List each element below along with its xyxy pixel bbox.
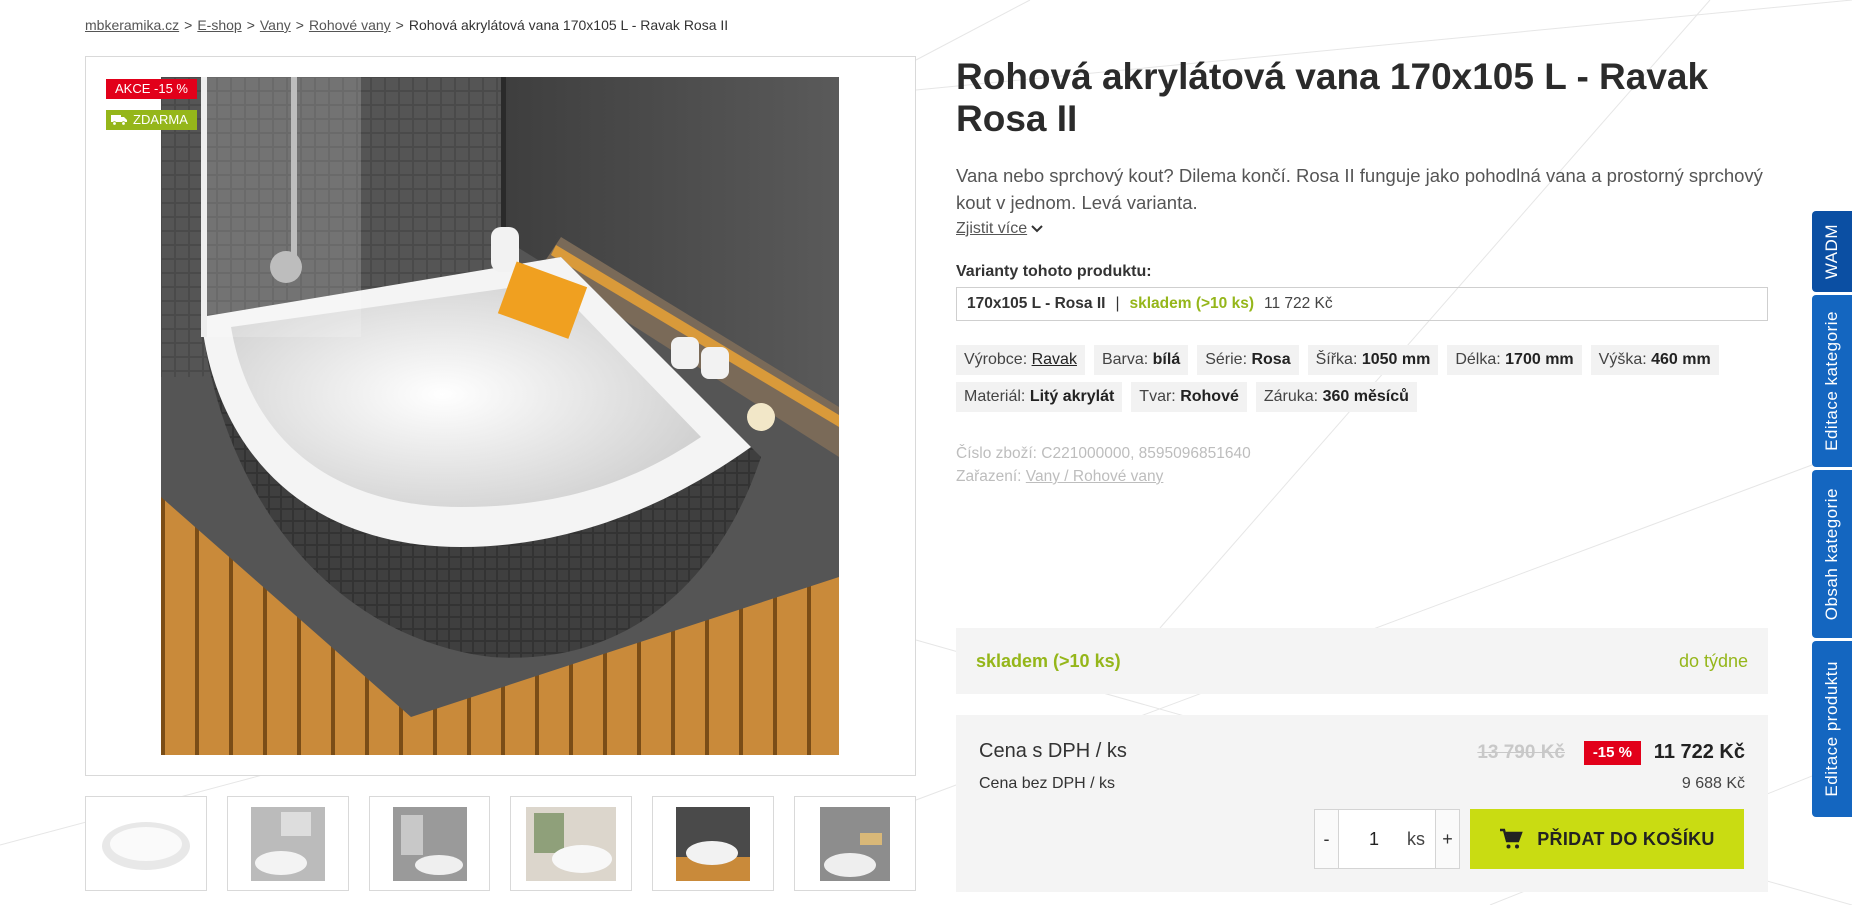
side-tab-category-edit[interactable]: Editace kategorie [1812,295,1852,467]
product-category: Zařazení: Vany / Rohové vany [956,468,1164,485]
thumbnail-5[interactable] [652,796,775,891]
quantity-stepper: - 1 ks + [1314,809,1460,869]
breadcrumb-link-home[interactable]: mbkeramika.cz [85,17,179,33]
breadcrumb-link-vany[interactable]: Vany [260,17,291,33]
side-tab-product-edit[interactable]: Editace produktu [1812,641,1852,817]
quantity-input[interactable]: 1 ks [1339,810,1435,868]
price-box: Cena s DPH / ks Cena bez DPH / ks 13 790… [956,715,1768,892]
variant-select[interactable]: 170x105 L - Rosa II | skladem (>10 ks) 1… [956,287,1768,321]
price-without-vat-label: Cena bez DPH / ks [979,775,1116,792]
thumbnail-image [392,806,467,881]
quantity-value: 1 [1369,828,1380,849]
chevron-down-icon [1031,225,1043,233]
delivery-time: do týdne [1678,650,1748,671]
param-length: Délka: 1700 mm [1447,345,1582,375]
product-gallery: AKCE -15 % ZDARMA [85,56,916,776]
param-material: Materiál: Litý akrylát [956,382,1123,412]
bathtub-photo [161,77,839,755]
param-color: Barva: bílá [1093,345,1189,375]
param-manufacturer: Výrobce: Ravak [956,345,1085,375]
breadcrumb-link-rohove-vany[interactable]: Rohové vany [309,17,391,33]
breadcrumb-link-eshop[interactable]: E-shop [197,17,241,33]
thumbnail-image [250,806,325,881]
breadcrumb-current: Rohová akrylátová vana 170x105 L - Ravak… [408,17,729,33]
product-title: Rohová akrylátová vana 170x105 L - Ravak… [956,56,1709,139]
free-shipping-badge: ZDARMA [106,110,197,130]
side-tab-wadm[interactable]: WADM [1812,211,1852,292]
variant-price: 11 722 Kč [1263,295,1333,312]
thumbnail-3[interactable] [368,796,491,891]
thumbnail-1[interactable] [85,796,207,891]
param-shape: Tvar: Rohové [1131,382,1247,412]
manufacturer-link[interactable]: Ravak [1032,351,1077,368]
stock-availability: skladem (>10 ks) do týdne [956,628,1768,694]
variant-name: 170x105 L - Rosa II [967,295,1106,312]
breadcrumb: mbkeramika.cz > E-shop > Vany > Rohové vany > Ro… [85,17,729,33]
current-price: 11 722 Kč [1653,741,1745,763]
param-width: Šířka: 1050 mm [1307,345,1439,375]
quantity-unit: ks [1407,828,1425,849]
side-tab-category-content[interactable]: Obsah kategorie [1812,470,1852,638]
add-to-cart-button[interactable]: PŘIDAT DO KOŠÍKU [1470,809,1744,869]
thumbnail-image [526,806,617,881]
price-with-vat-label: Cena s DPH / ks [979,740,1127,762]
variants-label: Varianty tohoto produktu: [956,263,1152,280]
product-code: Číslo zboží: C221000000, 8595096851640 [956,445,1251,462]
sale-badge: AKCE -15 % [106,79,197,99]
thumbnail-strip [85,796,916,891]
quantity-increase-button[interactable]: + [1435,810,1459,868]
thumbnail-image [101,821,190,870]
param-warranty: Záruka: 360 měsíců [1255,382,1417,412]
net-price: 9 688 Kč [1681,775,1745,792]
thumbnail-image [676,806,751,881]
thumbnail-image [820,806,891,881]
thumbnail-2[interactable] [226,796,349,891]
product-info: Rohová akrylátová vana 170x105 L - Ravak… [956,56,1768,488]
variant-stock: skladem (>10 ks) [1129,295,1254,312]
admin-side-tabs: WADM Editace kategorie Obsah kategorie E… [1812,211,1852,817]
discount-badge: -15 % [1583,741,1641,765]
truck-icon [111,115,127,126]
thumbnail-6[interactable] [794,796,916,891]
thumbnail-4[interactable] [510,796,633,891]
product-description: Vana nebo sprchový kout? Dilema končí. R… [956,165,1763,213]
old-price: 13 790 Kč [1477,742,1565,763]
main-product-image[interactable] [161,77,839,755]
stock-status: skladem (>10 ks) [976,650,1121,671]
quantity-decrease-button[interactable]: - [1315,810,1339,868]
category-link[interactable]: Vany / Rohové vany [1026,468,1164,485]
cart-icon [1500,828,1523,849]
product-meta: Číslo zboží: C221000000, 8595096851640 Z… [956,442,1768,488]
param-series: Série: Rosa [1197,345,1299,375]
more-info-link[interactable]: Zjistit více [956,220,1043,238]
product-parameters: Výrobce: Ravak Barva: bílá Série: Rosa Š… [956,345,1768,412]
param-height: Výška: 460 mm [1590,345,1719,375]
